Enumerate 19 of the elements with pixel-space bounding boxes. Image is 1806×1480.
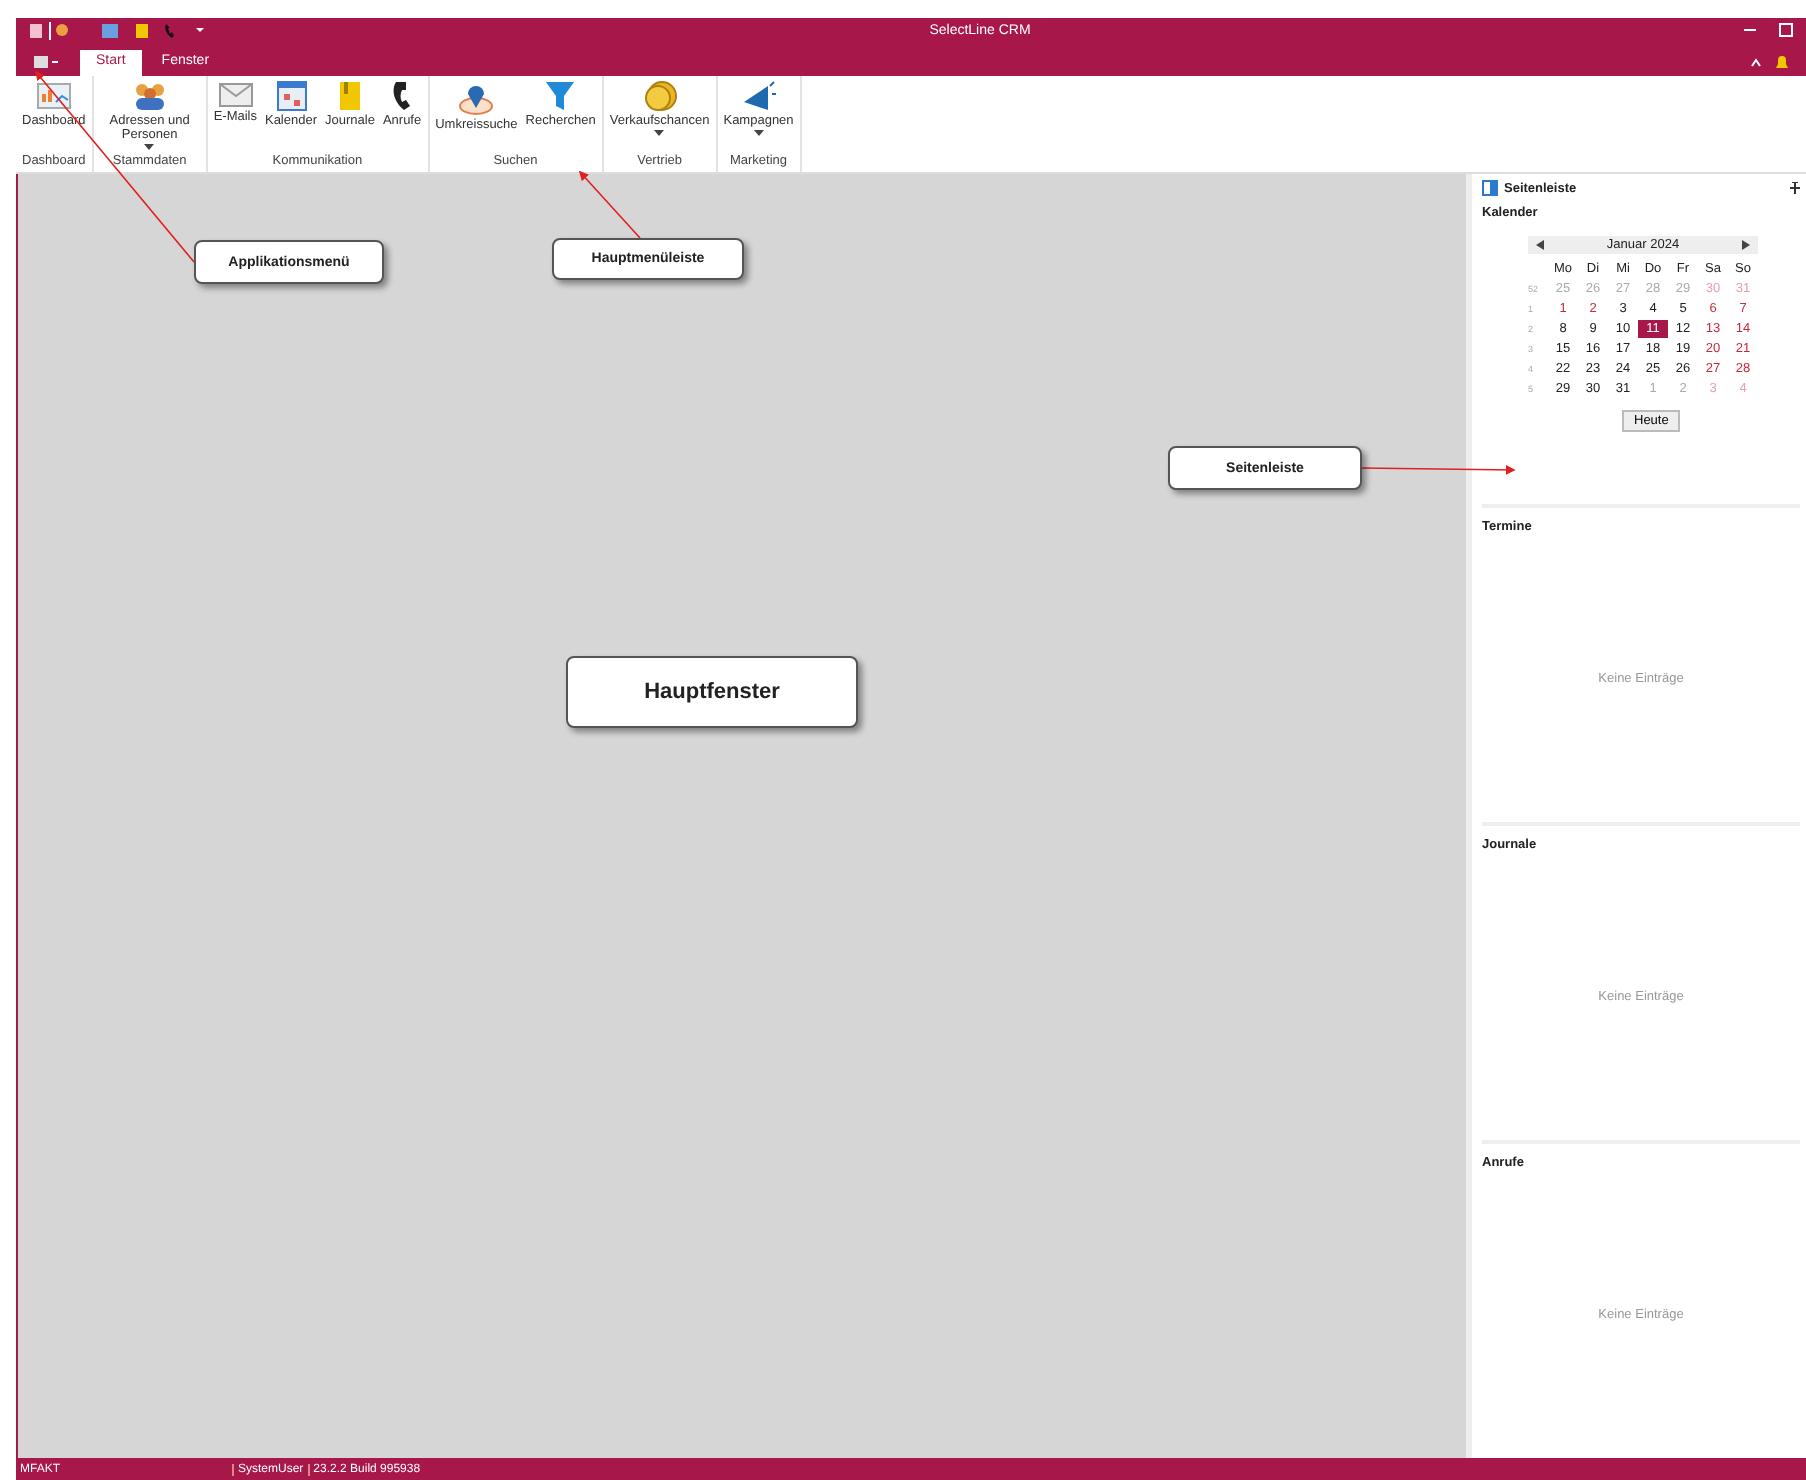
phone-icon [390,80,415,112]
maximize-icon[interactable] [1778,22,1794,38]
chart-icon [35,80,72,112]
calendar-icon [275,80,307,112]
sidebar-icon [1482,180,1498,196]
envelope-icon [217,80,254,108]
callout-label: Hauptfenster [566,656,858,728]
pin-icon[interactable] [1790,182,1800,194]
collapse-icon[interactable] [1750,56,1762,68]
funnel-icon [544,80,577,112]
next-month-icon[interactable] [1741,240,1750,250]
previous-month-icon[interactable] [1536,240,1544,250]
megaphone-icon [740,80,777,112]
coins-icon [641,80,678,112]
app-menu-icon[interactable] [32,54,60,70]
map-pin-icon [458,80,495,116]
bell-icon[interactable] [1774,54,1790,70]
callout-arrow [578,170,641,239]
notepad-icon [335,80,364,112]
